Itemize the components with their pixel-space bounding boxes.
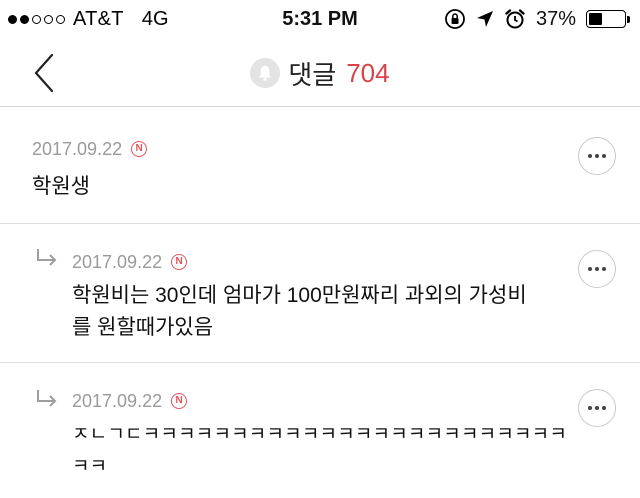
new-badge: N [131, 141, 148, 157]
comment-date: 2017.09.22 [72, 251, 163, 272]
reply-item: 2017.09.22 N ㅈㄴㄱㄷㅋㅋㅋㅋㅋㅋㅋㅋㅋㅋㅋㅋㅋㅋㅋㅋㅋㅋㅋㅋㅋㅋㅋ… [0, 363, 640, 498]
comment-meta: 2017.09.22 N [32, 137, 148, 161]
new-badge: N [171, 393, 188, 409]
page-title: 댓글 704 [0, 54, 640, 92]
battery-level [589, 13, 602, 25]
comment-text: 학원생 [32, 175, 90, 198]
comment-meta: 2017.09.22 N [72, 250, 527, 274]
comment-date: 2017.09.22 [32, 138, 123, 159]
comment-item: 2017.09.22 N 학원생 [0, 107, 640, 224]
more-button[interactable] [578, 137, 616, 175]
comment-meta: 2017.09.22 N [72, 389, 567, 413]
more-icon [588, 154, 606, 158]
more-button[interactable] [578, 250, 616, 288]
new-badge: N [171, 254, 188, 270]
orientation-lock-icon [444, 8, 466, 30]
reply-arrow-icon [37, 249, 57, 266]
alarm-icon [504, 8, 526, 30]
bell-icon [259, 66, 272, 81]
comment-text: 학원비는 30인데 엄마가 100만원짜리 과외의 가성비 를 원할때가있음 [72, 284, 527, 339]
more-icon [588, 406, 606, 410]
reply-item: 2017.09.22 N 학원비는 30인데 엄마가 100만원짜리 과외의 가… [0, 224, 640, 363]
title-label: 댓글 [288, 59, 337, 90]
more-icon [588, 267, 606, 271]
reply-arrow-icon [37, 390, 57, 407]
battery-body [586, 10, 626, 28]
battery-icon [586, 10, 630, 28]
comment-date: 2017.09.22 [72, 390, 163, 411]
comment-text: ㅈㄴㄱㄷㅋㅋㅋㅋㅋㅋㅋㅋㅋㅋㅋㅋㅋㅋㅋㅋㅋㅋㅋㅋㅋㅋㅋㅋ ㅋㅋ [72, 424, 568, 477]
navigation-bar: 댓글 704 [0, 40, 640, 107]
comment-count: 704 [346, 57, 390, 88]
location-arrow-icon [476, 10, 494, 28]
battery-cap [627, 15, 630, 23]
battery-percent: 37% [535, 7, 576, 30]
notification-button[interactable] [250, 58, 281, 88]
status-bar-right: 37% [444, 6, 630, 32]
more-button[interactable] [578, 389, 616, 427]
status-bar: AT&T 4G 5:31 PM 37% [0, 0, 640, 40]
